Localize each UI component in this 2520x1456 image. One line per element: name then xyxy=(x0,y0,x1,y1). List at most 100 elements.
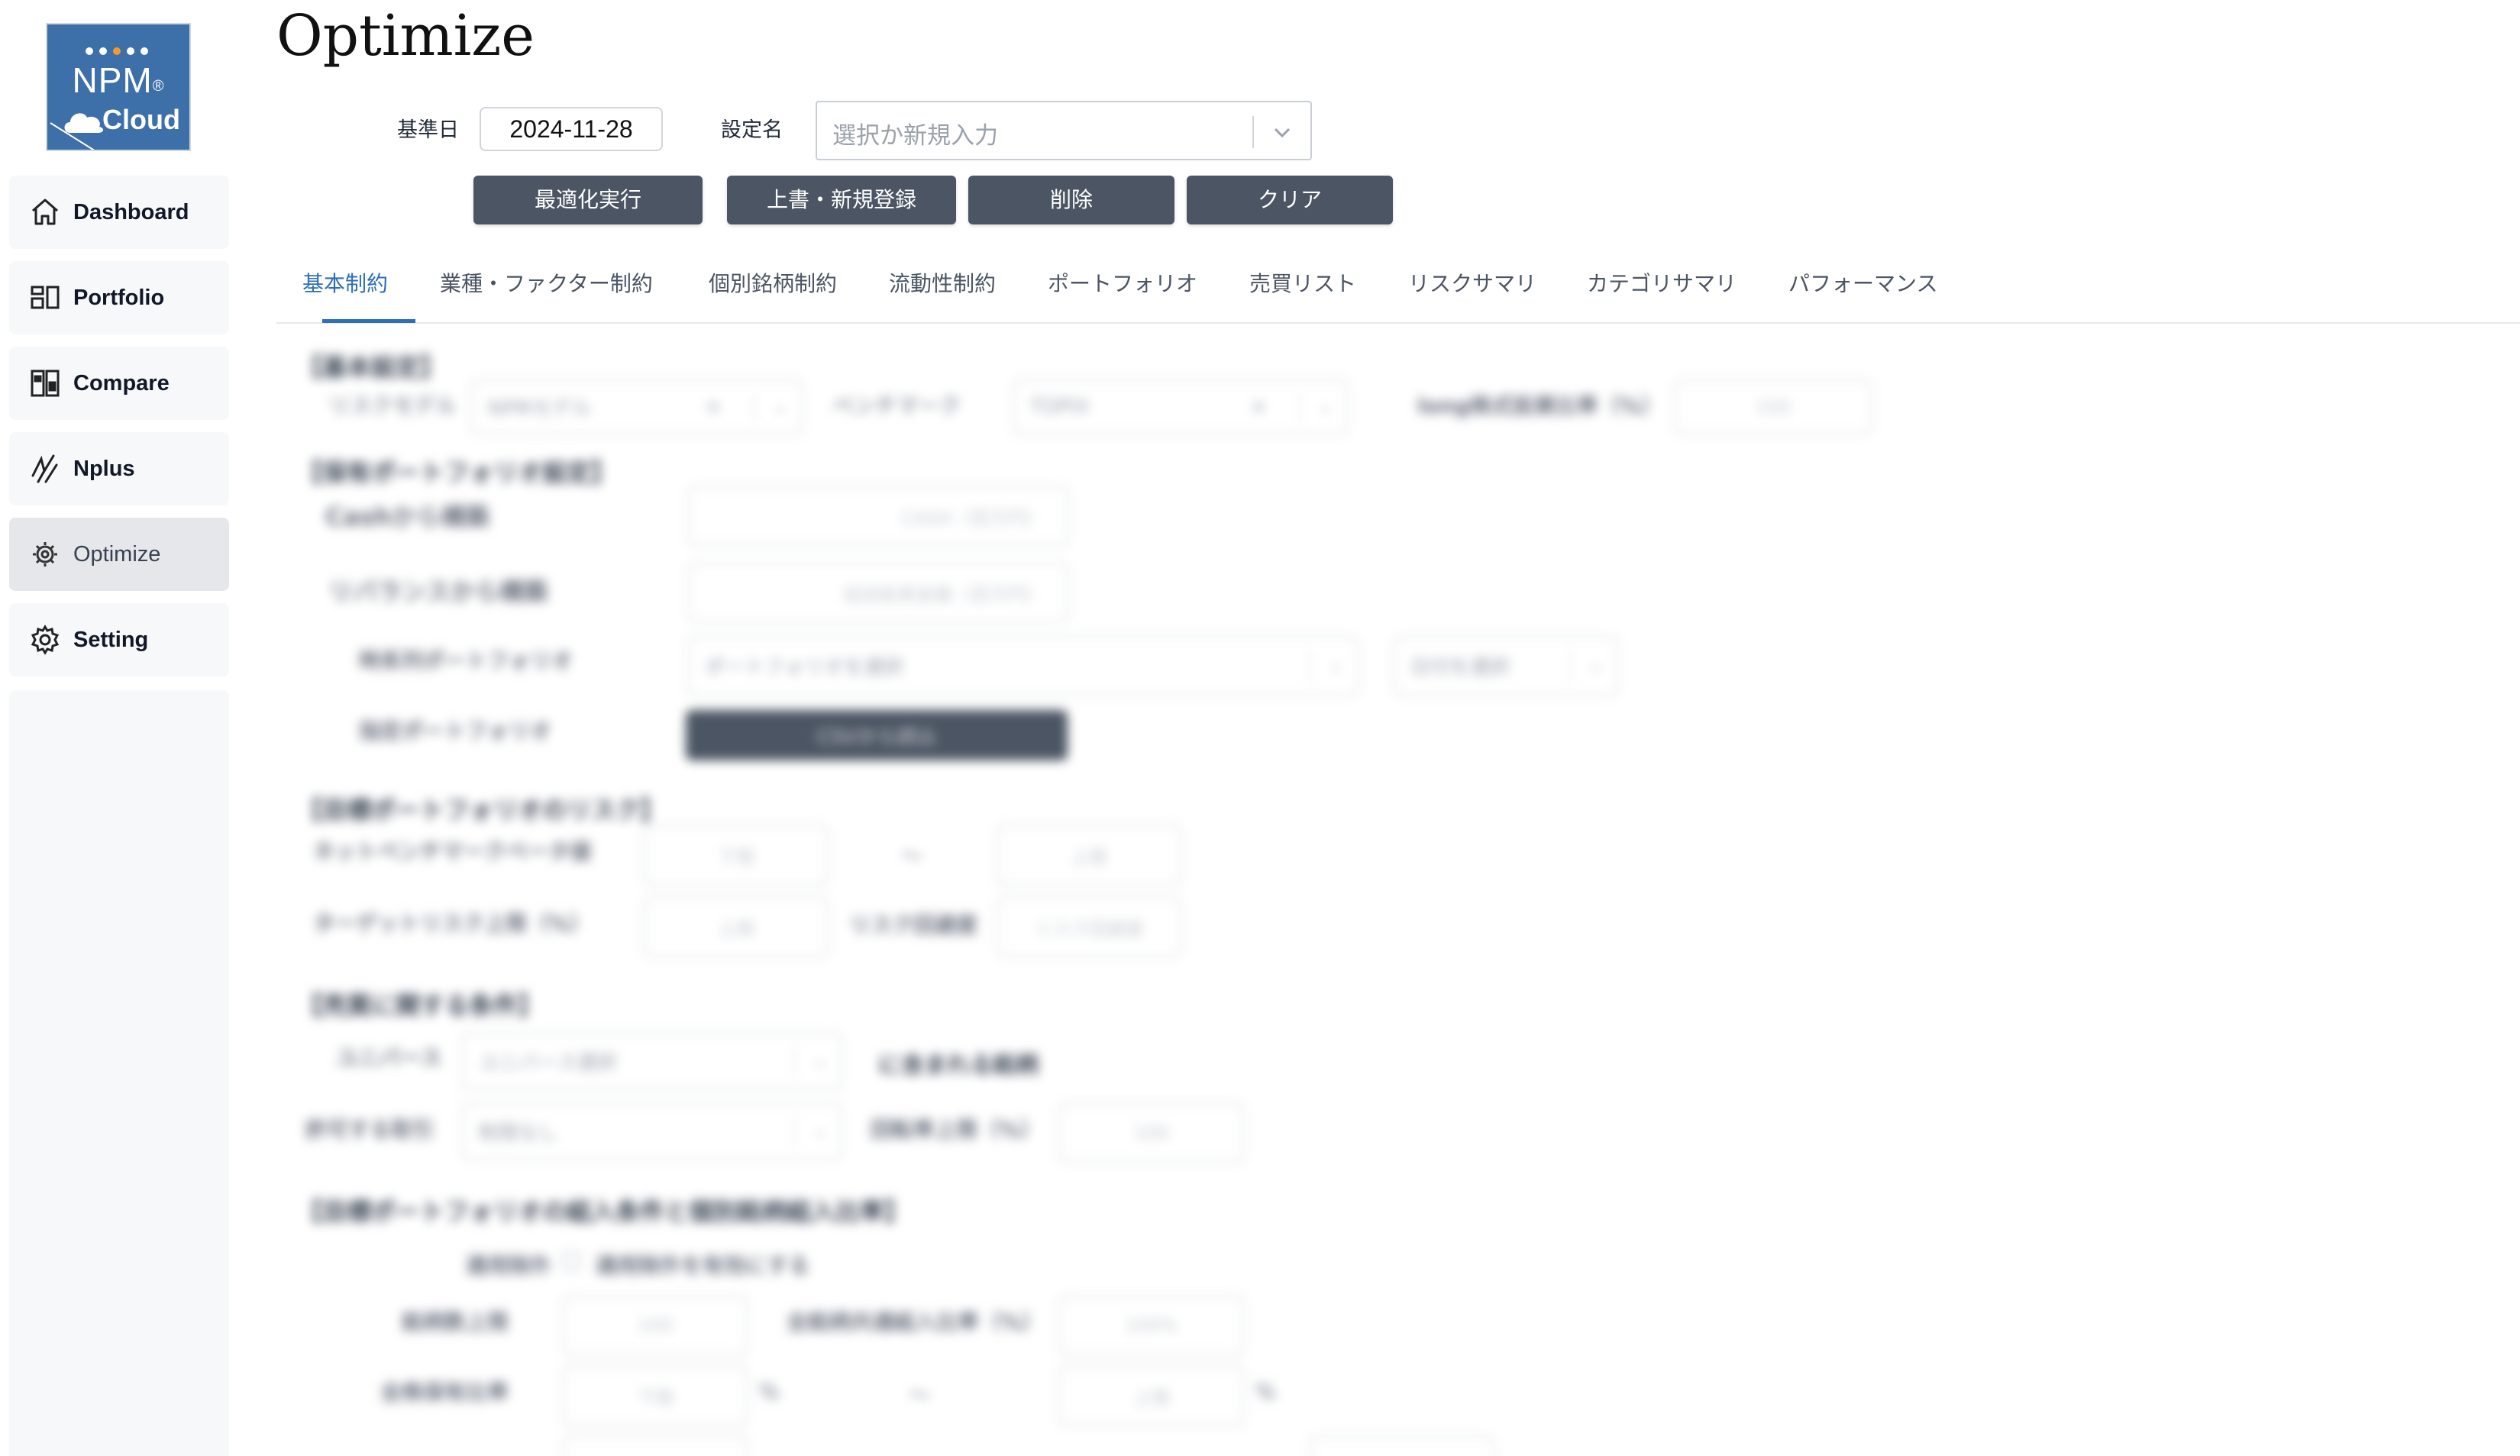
sidebar-item-label: Setting xyxy=(73,627,149,652)
turnover-input[interactable]: 100 xyxy=(1058,1102,1245,1164)
sidebar-item-label: Dashboard xyxy=(73,199,189,224)
holding-ratio-upper-input[interactable]: 上限 xyxy=(1058,1365,1245,1426)
risk-aversion-label: リスク回避度 xyxy=(849,912,978,938)
exception-checkbox[interactable] xyxy=(562,1252,580,1270)
percent-unit: % xyxy=(1255,1379,1276,1404)
tab-category-summary[interactable]: カテゴリサマリ xyxy=(1587,267,1737,324)
tab-basic-constraints[interactable]: 基本制約 xyxy=(302,267,388,324)
next-row-input-2[interactable] xyxy=(1309,1435,1495,1456)
active-tab-indicator xyxy=(322,319,415,323)
date-placeholder: 日付を選択 xyxy=(1410,656,1510,680)
tab-portfolio[interactable]: ポートフォリオ xyxy=(1048,267,1197,324)
npm-cloud-logo[interactable]: NPM® Cloud xyxy=(46,23,191,151)
sidebar-item-nplus[interactable]: Nplus xyxy=(9,432,229,505)
tab-liquidity[interactable]: 流動性制約 xyxy=(889,267,996,324)
from-cash-label: Cashから構築 xyxy=(325,502,489,531)
existing-portfolio-placeholder: ポートフォリオを選択 xyxy=(705,656,904,680)
target-risk-upper-input[interactable]: 上限 xyxy=(643,896,829,957)
sidebar-item-label: Compare xyxy=(73,370,170,395)
delete-button[interactable]: 削除 xyxy=(968,176,1174,224)
basic-constraints-panel: 【基本設定】 リスクモデル NPMモデル × ⌄ ベンチマーク TOPIX × ⌄ … xyxy=(290,336,2505,1456)
sidebar-item-optimize[interactable]: Optimize xyxy=(9,518,229,591)
chevron-down-icon[interactable]: ⌄ xyxy=(1329,657,1343,676)
total-ratio-label: 全銘柄共通組入比率（%） xyxy=(787,1309,1044,1335)
range-tilde: 〜 xyxy=(901,844,923,869)
chevron-down-icon[interactable]: ⌄ xyxy=(1589,657,1603,676)
logo-dots xyxy=(86,47,148,55)
risk-aversion-input[interactable]: リスク回避度 xyxy=(996,896,1182,957)
universe-select[interactable]: ユニバース選択 ⌄ xyxy=(461,1032,843,1090)
allowed-trade-select[interactable]: 制限なし ⌄ xyxy=(461,1102,843,1161)
sidebar-filler xyxy=(9,690,229,1456)
exception-checkbox-label: 適用除外を有効にする xyxy=(596,1253,810,1278)
tab-bar: 基本制約 業種・ファクター制約 個別銘柄制約 流動性制約 ポートフォリオ 売買リ… xyxy=(276,267,2520,324)
risk-model-select[interactable]: NPMモデル × ⌄ xyxy=(470,379,803,435)
tab-performance[interactable]: パフォーマンス xyxy=(1788,267,1937,324)
nplus-icon xyxy=(27,451,63,486)
chevron-down-icon[interactable]: ⌄ xyxy=(813,1122,827,1141)
logo-cloud-text: Cloud xyxy=(102,104,180,135)
sidebar-item-compare[interactable]: Compare xyxy=(9,347,229,420)
setting-name-select[interactable]: 選択か新規入力 xyxy=(816,101,1312,160)
section-risk-title: 【目標ポートフォリオのリスク】 xyxy=(298,796,665,825)
count-upper-input[interactable]: 100 xyxy=(562,1295,748,1356)
tab-risk-summary[interactable]: リスクサマリ xyxy=(1408,267,1536,324)
beta-upper-input[interactable]: 上限 xyxy=(996,825,1182,886)
allowed-trade-value: 制限なし xyxy=(479,1122,559,1145)
existing-portfolio-select[interactable]: ポートフォリオを選択 ⌄ xyxy=(687,635,1359,696)
csv-import-button[interactable]: CSVから読込 xyxy=(686,710,1068,760)
select-separator xyxy=(1252,116,1254,148)
section-inclusion-title: 【目標ポートフォリオの組入条件と個別銘柄組入比率】 xyxy=(298,1197,909,1226)
chevron-down-icon[interactable] xyxy=(1269,119,1295,145)
universe-label: ユニバース xyxy=(336,1045,442,1070)
additional-investment-input[interactable]: 追加投資金額（百万円） xyxy=(687,562,1069,623)
holding-ratio-lower-input[interactable]: 下限 xyxy=(562,1365,748,1426)
benchmark-label: ベンチマーク xyxy=(832,393,961,418)
clear-icon[interactable]: × xyxy=(705,395,722,418)
beta-lower-input[interactable]: 下限 xyxy=(643,825,829,886)
gear-icon xyxy=(27,622,63,657)
total-ratio-input[interactable]: 100% xyxy=(1058,1295,1245,1356)
allowed-trade-label: 許可する取引 xyxy=(305,1117,435,1142)
optimize-run-button[interactable]: 最適化実行 xyxy=(473,176,703,224)
tab-trade-list[interactable]: 売買リスト xyxy=(1249,267,1356,324)
percent-unit: % xyxy=(759,1379,780,1404)
sidebar-item-portfolio[interactable]: Portfolio xyxy=(9,261,229,334)
clear-button[interactable]: クリア xyxy=(1187,176,1393,224)
sidebar-nav: Dashboard Portfolio Compare Nplus Optimi… xyxy=(9,176,229,689)
sidebar-item-dashboard[interactable]: Dashboard xyxy=(9,176,229,249)
page-title: Optimize xyxy=(276,3,535,69)
sidebar: NPM® Cloud Dashboard Portfolio Compare N… xyxy=(0,0,231,1456)
target-risk-label: ターゲットリスク上限（%） xyxy=(313,911,592,936)
benchmark-select[interactable]: TOPIX × ⌄ xyxy=(1013,379,1349,435)
long-ratio-label: long株式投資比率（%） xyxy=(1417,393,1662,418)
benchmark-value: TOPIX xyxy=(1030,395,1090,418)
turnover-label: 回転率上限（%） xyxy=(871,1117,1042,1142)
long-ratio-input[interactable]: 100 xyxy=(1674,379,1872,435)
cash-input[interactable]: CASH（百万円） xyxy=(687,486,1069,547)
save-button[interactable]: 上書・新規登録 xyxy=(727,176,956,224)
sidebar-item-setting[interactable]: Setting xyxy=(9,603,229,676)
date-select[interactable]: 日付を選択 ⌄ xyxy=(1393,635,1619,696)
next-row-input[interactable] xyxy=(562,1435,748,1456)
clear-icon[interactable]: × xyxy=(1250,395,1267,418)
chevron-down-icon[interactable]: ⌄ xyxy=(774,398,787,417)
chevron-down-icon[interactable]: ⌄ xyxy=(1319,398,1333,417)
exception-label: 適用除外 xyxy=(466,1253,552,1278)
cloud-icon xyxy=(64,113,104,133)
tab-individual-stock[interactable]: 個別銘柄制約 xyxy=(709,267,837,324)
setting-name-placeholder: 選択か新規入力 xyxy=(832,122,998,150)
universe-placeholder: ユニバース選択 xyxy=(479,1051,617,1075)
chevron-down-icon[interactable]: ⌄ xyxy=(813,1052,827,1071)
sidebar-item-label: Optimize xyxy=(73,541,161,567)
tab-industry-factor[interactable]: 業種・ファクター制約 xyxy=(440,267,653,324)
portfolio-icon xyxy=(27,280,63,315)
home-icon xyxy=(27,195,63,230)
section-holding-title: 【保有ポートフォリオ設定】 xyxy=(298,458,616,487)
optimize-icon xyxy=(27,537,63,572)
base-date-label: 基準日 xyxy=(397,118,459,142)
base-date-input[interactable]: 2024-11-28 xyxy=(480,107,663,151)
count-upper-label: 銘柄数上限 xyxy=(402,1309,509,1335)
risk-model-value: NPMモデル xyxy=(488,397,592,421)
sidebar-item-label: Portfolio xyxy=(73,285,165,310)
